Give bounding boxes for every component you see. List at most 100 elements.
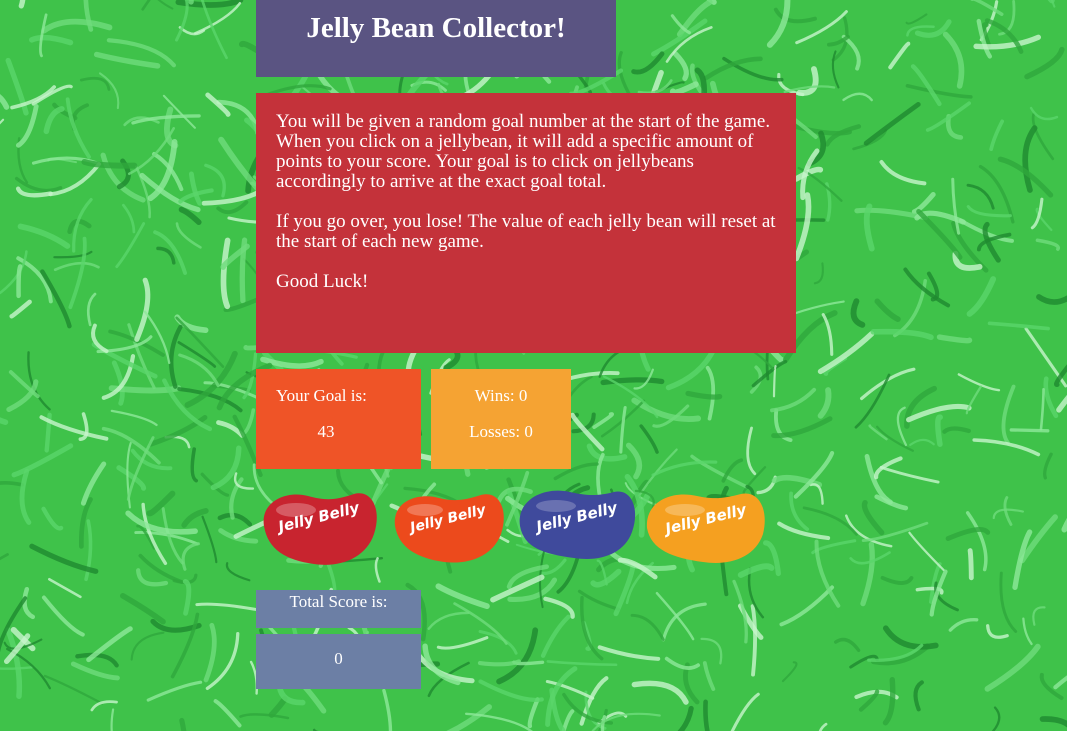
grass-strand (987, 321, 1050, 331)
grass-strand (936, 334, 973, 344)
grass-strand (382, 688, 393, 731)
grass-strand (942, 31, 965, 89)
grass-strand (115, 222, 146, 269)
grass-strand (766, 0, 791, 48)
grass-strand (435, 583, 490, 610)
grass-strand (948, 618, 979, 632)
grass-strand (110, 409, 158, 427)
grass-strand (1036, 294, 1067, 305)
grass-strand (41, 506, 64, 531)
grass-strand (818, 722, 828, 731)
grass-strand (732, 579, 748, 644)
jellybean-yellow-orange-button[interactable]: Jelly Belly (643, 488, 767, 566)
grass-strand (592, 412, 615, 430)
grass-strand (908, 531, 945, 572)
grass-strand (43, 674, 104, 705)
grass-strand (1001, 384, 1016, 445)
grass-strand (910, 64, 942, 107)
grass-strand (175, 316, 225, 368)
grass-strand (989, 119, 1005, 151)
grass-strand (966, 183, 995, 210)
grass-strand (138, 553, 184, 584)
grass-strand (860, 367, 916, 401)
grass-strand (134, 277, 151, 342)
grass-strand (772, 365, 777, 398)
grass-strand (795, 10, 848, 45)
grass-strand (683, 662, 700, 705)
grass-strand (41, 595, 85, 637)
grass-strand (527, 697, 540, 729)
grass-strand (1012, 529, 1033, 591)
grass-strand (702, 661, 716, 691)
grass-strand (747, 567, 765, 619)
grass-strand (0, 250, 28, 295)
grass-strand (809, 483, 824, 505)
grass-strand (991, 706, 1001, 731)
score-label-panel: Total Score is: (256, 590, 421, 628)
grass-strand (18, 0, 26, 9)
grass-strand (1009, 428, 1050, 433)
grass-strand (905, 13, 928, 25)
grass-strand (672, 51, 689, 82)
grass-strand (703, 699, 710, 731)
grass-strand (203, 622, 217, 683)
instructions-paragraph: If you go over, you lose! The value of e… (276, 211, 776, 252)
grass-strand (17, 223, 71, 249)
grass-strand (179, 717, 187, 731)
grass-strand (9, 299, 32, 319)
wins-counter: Wins: 0 (474, 386, 528, 405)
grass-strand (181, 542, 201, 571)
grass-strand (750, 604, 758, 677)
grass-strand (781, 661, 798, 683)
jellybean-red-button[interactable]: Jelly Belly (256, 488, 381, 568)
grass-strand (705, 365, 716, 421)
grass-strand (86, 292, 97, 327)
grass-strand (1053, 675, 1067, 690)
grass-strand (861, 499, 885, 536)
grass-strand (677, 705, 694, 731)
grass-strand (965, 385, 983, 415)
grass-strand (771, 416, 833, 439)
grass-strand (243, 408, 256, 434)
grass-strand (190, 447, 199, 483)
grass-strand (86, 626, 133, 663)
grass-strand (737, 563, 775, 578)
jellybean-blue-button[interactable]: Jelly Belly (514, 486, 638, 562)
grass-strand (27, 351, 51, 411)
grass-strand (446, 704, 492, 731)
grass-strand (664, 656, 701, 670)
grass-strand (577, 589, 621, 611)
grass-strand (40, 269, 72, 329)
grass-strand (880, 575, 914, 585)
grass-strand (1032, 606, 1046, 626)
grass-strand (746, 426, 757, 476)
grass-strand (146, 490, 176, 517)
grass-strand (1039, 388, 1045, 431)
grass-strand (29, 543, 99, 574)
grass-strand (817, 331, 875, 375)
grass-strand (631, 51, 665, 75)
grass-strand (860, 541, 875, 607)
grass-strand (911, 191, 936, 215)
grass-strand (1024, 46, 1065, 80)
grass-strand (561, 709, 575, 731)
grass-strand (779, 585, 835, 627)
grass-strand (216, 99, 261, 136)
grass-strand (619, 405, 627, 454)
grass-strand (874, 494, 909, 511)
grass-strand (0, 94, 10, 110)
jellybean-orange-button[interactable]: Jelly Belly (389, 490, 507, 565)
grass-strand (0, 417, 9, 425)
grass-strand (496, 627, 539, 685)
instructions-paragraph: You will be given a random goal number a… (276, 111, 771, 192)
grass-strand (188, 0, 194, 5)
grass-strand (935, 414, 943, 447)
grass-strand (220, 237, 231, 310)
grass-strand (478, 679, 544, 702)
grass-strand (824, 124, 862, 147)
grass-strand (1029, 106, 1059, 121)
grass-strand (631, 680, 689, 705)
grass-strand (75, 652, 119, 668)
grass-strand (850, 298, 866, 328)
grass-strand (182, 579, 192, 616)
